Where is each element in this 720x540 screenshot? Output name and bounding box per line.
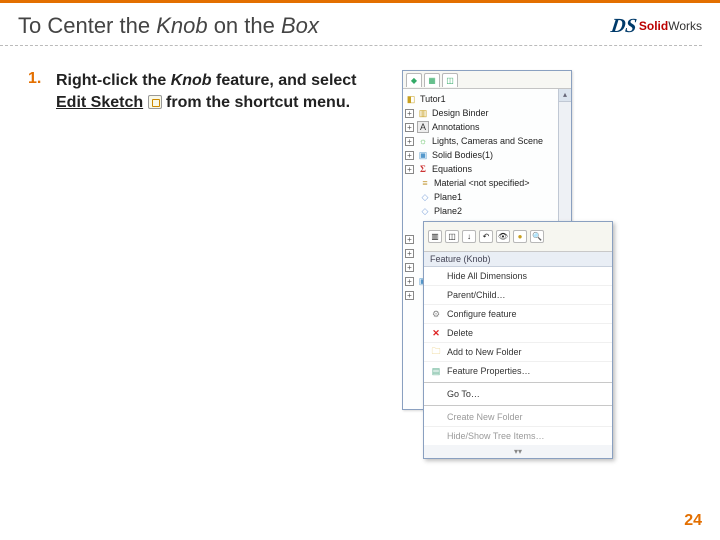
appearance-icon[interactable]: ● xyxy=(513,230,527,243)
tree-item[interactable]: +ΣEquations xyxy=(405,162,569,176)
brand-name: SolidWorks xyxy=(639,19,702,33)
blank-icon xyxy=(430,430,442,442)
step-text: Right-click the Knob feature, and select… xyxy=(56,70,388,113)
hide-icon[interactable]: 👁 xyxy=(496,230,510,243)
lights-icon: ☼ xyxy=(417,135,429,147)
zoom-icon[interactable]: 🔍 xyxy=(530,230,544,243)
panel-tabstrip: ◆ ▦ ◫ xyxy=(403,71,571,89)
context-toolbar: ▥ ◫ ↓ ↶ 👁 ● 🔍 xyxy=(424,222,612,252)
title-knob: Knob xyxy=(156,13,207,38)
part-icon: ◧ xyxy=(405,93,417,105)
menu-delete[interactable]: ✕Delete xyxy=(424,323,612,342)
menu-add-folder[interactable]: 🗀Add to New Folder xyxy=(424,342,612,361)
solid-body-icon: ▣ xyxy=(417,149,429,161)
title-box: Box xyxy=(281,13,319,38)
menu-goto[interactable]: Go To… xyxy=(424,385,612,403)
menu-separator xyxy=(424,382,612,383)
tree-item-plane[interactable]: ◇Plane1 xyxy=(405,190,569,204)
menu-separator xyxy=(424,405,612,406)
menu-parent-child[interactable]: Parent/Child… xyxy=(424,285,612,304)
edit-sketch-icon[interactable]: ◫ xyxy=(445,230,459,243)
tab-config-icon[interactable]: ◫ xyxy=(442,73,458,87)
step-number: 1. xyxy=(28,70,46,113)
title-prefix: To Center the xyxy=(18,13,156,38)
equations-icon: Σ xyxy=(417,163,429,175)
menu-properties[interactable]: ▤Feature Properties… xyxy=(424,361,612,380)
header: To Center the Knob on the Box DS SolidWo… xyxy=(0,3,720,45)
step-1: 1. Right-click the Knob feature, and sel… xyxy=(28,70,388,113)
tree-item[interactable]: +☼Lights, Cameras and Scene xyxy=(405,134,569,148)
instructions: 1. Right-click the Knob feature, and sel… xyxy=(28,70,388,410)
brand-logo: DS SolidWorks xyxy=(611,15,702,38)
plane-icon: ◇ xyxy=(419,205,431,217)
tree-item[interactable]: +▣Solid Bodies(1) xyxy=(405,148,569,162)
tree-item[interactable]: +▥Design Binder xyxy=(405,106,569,120)
blank-icon xyxy=(430,411,442,423)
title-mid: on the xyxy=(208,13,281,38)
rollback-icon[interactable]: ↶ xyxy=(479,230,493,243)
folder-icon: ▥ xyxy=(417,107,429,119)
material-icon: ≡ xyxy=(419,177,431,189)
edit-feature-icon[interactable]: ▥ xyxy=(428,230,442,243)
menu-expand-icon[interactable]: ▾▾ xyxy=(424,445,612,458)
tab-property-icon[interactable]: ▦ xyxy=(424,73,440,87)
delete-icon: ✕ xyxy=(430,327,442,339)
blank-icon xyxy=(430,289,442,301)
tab-feature-tree-icon[interactable]: ◆ xyxy=(406,73,422,87)
page-title: To Center the Knob on the Box xyxy=(18,13,319,39)
menu-hide-show[interactable]: Hide/Show Tree Items… xyxy=(424,426,612,445)
context-menu-title: Feature (Knob) xyxy=(424,252,612,267)
tree-item[interactable]: +AAnnotations xyxy=(405,120,569,134)
annotation-icon: A xyxy=(417,121,429,133)
folder-icon: 🗀 xyxy=(430,346,442,358)
context-menu: ▥ ◫ ↓ ↶ 👁 ● 🔍 Feature (Knob) Hide All Di… xyxy=(423,221,613,459)
menu-hide-dimensions[interactable]: Hide All Dimensions xyxy=(424,267,612,285)
blank-icon xyxy=(430,270,442,282)
page-number: 24 xyxy=(684,512,702,530)
suppress-icon[interactable]: ↓ xyxy=(462,230,476,243)
tree-item-plane[interactable]: ◇Plane2 xyxy=(405,204,569,218)
content: 1. Right-click the Knob feature, and sel… xyxy=(0,46,720,410)
gear-icon: ⚙ xyxy=(430,308,442,320)
ds-logo-icon: DS xyxy=(611,15,637,38)
plane-icon: ◇ xyxy=(419,191,431,203)
edit-sketch-icon xyxy=(148,95,162,109)
tree-root[interactable]: ◧ Tutor1 xyxy=(405,92,569,106)
blank-icon xyxy=(430,388,442,400)
tree-item-material[interactable]: ≡Material <not specified> xyxy=(405,176,569,190)
feature-tree-panel: ◆ ▦ ◫ ◧ Tutor1 +▥Design Binder +AAnnotat… xyxy=(402,70,572,410)
properties-icon: ▤ xyxy=(430,365,442,377)
menu-new-folder[interactable]: Create New Folder xyxy=(424,408,612,426)
menu-configure[interactable]: ⚙Configure feature xyxy=(424,304,612,323)
